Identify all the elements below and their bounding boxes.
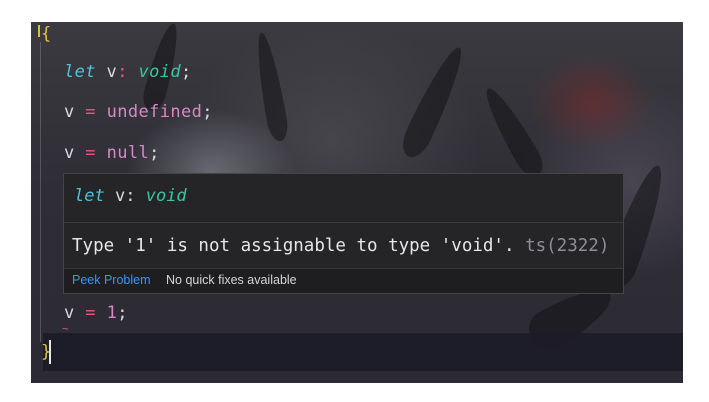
colon: : <box>117 62 128 82</box>
hover-actions-bar: Peek Problem No quick fixes available <box>64 268 623 293</box>
indent-guide <box>40 42 41 342</box>
keyword: let <box>74 186 105 206</box>
semicolon: ; <box>181 62 192 82</box>
semicolon: ; <box>117 303 128 323</box>
identifier: v <box>114 186 126 206</box>
peek-problem-link[interactable]: Peek Problem <box>72 273 151 287</box>
code-line-4[interactable]: v = 1; <box>64 303 128 323</box>
literal: undefined <box>106 102 203 122</box>
number-literal: 1 <box>106 303 118 323</box>
operator: = <box>85 303 96 323</box>
operator: = <box>85 143 96 163</box>
hover-signature: let v: void <box>74 186 187 206</box>
background-leaf <box>396 42 472 162</box>
identifier: v <box>106 62 118 82</box>
error-text: Type '1' is not assignable to type 'void… <box>72 236 515 256</box>
identifier: v <box>64 303 75 323</box>
code-line-2[interactable]: v = undefined; <box>64 102 213 122</box>
error-code: ts(2322) <box>525 236 610 256</box>
literal: null <box>106 143 150 163</box>
type-name: void <box>145 186 187 206</box>
error-message: Type '1' is not assignable to type 'void… <box>72 236 609 256</box>
colon: : <box>125 186 136 206</box>
code-line-1[interactable]: let v: void; <box>64 62 192 82</box>
divider <box>64 222 623 223</box>
operator: = <box>85 102 96 122</box>
semicolon: ; <box>149 143 160 163</box>
identifier: v <box>64 102 75 122</box>
current-line-highlight <box>43 333 683 371</box>
code-line-3[interactable]: v = null; <box>64 143 160 163</box>
type-name: void <box>138 62 182 82</box>
open-brace: { <box>41 24 52 44</box>
semicolon: ; <box>202 102 213 122</box>
background-leaf <box>477 82 549 182</box>
background-leaf <box>251 31 291 143</box>
identifier: v <box>64 143 75 163</box>
no-quick-fixes-label: No quick fixes available <box>166 273 297 287</box>
text-cursor <box>49 340 51 364</box>
keyword: let <box>64 62 96 82</box>
hover-tooltip: let v: void Type '1' is not assignable t… <box>63 173 624 294</box>
